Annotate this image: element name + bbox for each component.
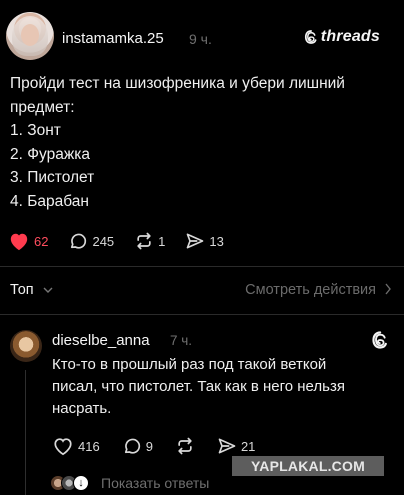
comment-button[interactable]: 9 [122,436,153,456]
comment-button[interactable]: 245 [68,231,114,251]
like-count: 416 [78,438,100,454]
threads-logo-icon [304,30,317,44]
thread-line [25,370,26,495]
avatar[interactable] [10,330,42,362]
avatar[interactable] [6,12,54,60]
divider [0,314,404,315]
sort-row: Топ Смотреть действия [10,282,394,302]
post-text-line: 4. Барабан [10,192,89,210]
sort-dropdown[interactable]: Топ [10,282,34,298]
reply-text: Кто-то в прошлый раз под такой веткой пи… [52,354,382,420]
share-count: 21 [240,438,256,454]
like-button[interactable]: 416 [52,436,100,456]
comment-count: 245 [92,233,115,249]
reply-text-line: насрать. [52,400,112,417]
show-replies-link[interactable]: Показать ответы [101,475,209,491]
reply-time: 7 ч. [170,333,193,348]
comment-count: 9 [145,438,153,454]
post-header: instamamka.25 9 ч. threads [6,12,398,66]
chevron-down-icon: ↓ [73,475,89,491]
share-button[interactable]: 21 [217,436,255,456]
post-time: 9 ч. [189,31,212,47]
share-icon [187,233,204,249]
repost-button[interactable]: 1 [134,231,165,251]
chevron-down-icon[interactable] [43,285,53,297]
repost-count: 1 [158,233,166,249]
watermark: YAPLAKAL.COM [232,456,384,476]
threads-brand: threads [303,28,380,46]
post-username[interactable]: instamamka.25 [62,30,164,47]
heart-icon [10,233,28,251]
comment-icon [71,233,87,249]
view-actions-link[interactable]: Смотреть действия [245,282,376,298]
divider [0,266,404,267]
post-text-line: 3. Пистолет [10,169,95,186]
chevron-right-icon[interactable] [384,282,392,300]
repost-button[interactable] [175,436,195,456]
reply-text-line: писал, что пистолет. Так как в него нель… [52,378,345,395]
post-text: Пройди тест на шизофреника и убери лишни… [10,72,390,213]
share-icon [218,438,236,454]
repost-icon [178,437,192,455]
like-button[interactable]: 62 [8,231,48,251]
share-count: 13 [209,233,224,249]
threads-logo-icon [372,331,387,349]
post-text-line: 2. Фуражка [10,145,90,163]
reply-text-line: Кто-то в прошлый раз под такой веткой [52,356,327,373]
avatar-face [21,24,39,46]
threads-wordmark: threads [320,28,380,45]
reply-actions: 416 9 21 [52,436,277,456]
share-button[interactable]: 13 [185,231,224,251]
like-count: 62 [34,233,49,249]
post-text-line: Пройди тест на шизофреника и убери лишни… [10,75,345,92]
reply-username[interactable]: dieselbe_anna [52,332,150,349]
repost-icon [137,232,151,250]
post-actions: 62 245 1 13 [8,230,244,252]
comment-icon [124,438,140,454]
show-replies-row[interactable]: ↓ Показать ответы [50,474,209,492]
post-text-line: предмет: [10,98,75,116]
heart-icon [54,438,72,456]
post-text-line: 1. Зонт [10,122,61,139]
